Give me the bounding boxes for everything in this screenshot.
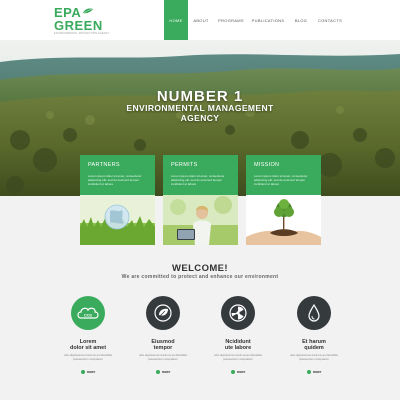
more-arrow-icon	[155, 370, 160, 375]
card-title: PERMITS	[171, 162, 198, 168]
co2-cloud-icon: CO2	[77, 307, 99, 319]
feature-icon-circle: CO2	[71, 296, 105, 330]
main-nav: HOME ABOUT PROGRAMS PUBLICATIONS BLOG CO…	[164, 0, 346, 40]
feature-title: Et harum quidem	[302, 339, 326, 351]
hero-title-line3: AGENCY	[180, 113, 220, 123]
feature-item: Eiusmod tempor odio dignissimos ducimus …	[133, 296, 193, 379]
water-drop-icon	[308, 303, 320, 322]
page: EPA GREEN ENVIRONMENTAL PROTECTION AGENC…	[0, 0, 400, 400]
more-arrow-icon	[80, 370, 85, 375]
feature-title: Ncididunt ute labore	[224, 339, 252, 351]
welcome-subtitle: We are committed to protect and enhance …	[121, 274, 279, 280]
feature-text: odio dignissimos ducimus qui blanditiis …	[63, 353, 113, 361]
feature-item: Ncididunt ute labore odio dignissimos du…	[208, 296, 268, 379]
feature-text: odio dignissimos ducimus qui blanditiis …	[213, 353, 263, 361]
card-title: PARTNERS	[88, 162, 120, 168]
feature-text: odio dignissimos ducimus qui blanditiis …	[289, 353, 339, 361]
leaf-icon	[83, 8, 94, 14]
radiation-icon	[229, 304, 247, 322]
nav-item-publications[interactable]: PUBLICATIONS	[248, 0, 288, 40]
nav-item-home[interactable]: HOME	[164, 0, 188, 40]
more-link[interactable]: more	[80, 370, 95, 375]
nav-item-about[interactable]: ABOUT	[188, 0, 214, 40]
more-link[interactable]: more	[230, 370, 245, 375]
nav-item-contacts[interactable]: CONTACTS	[314, 0, 346, 40]
feature-icon-circle	[221, 296, 255, 330]
globe-on-grass-image	[80, 195, 155, 245]
feature-icon-circle	[146, 296, 180, 330]
nav-item-programs[interactable]: PROGRAMS	[214, 0, 248, 40]
hands-with-sapling-image	[246, 195, 321, 245]
more-arrow-icon	[230, 370, 235, 375]
feature-text: odio dignissimos ducimus qui blanditiis …	[138, 353, 188, 361]
logo-text-green: GREEN	[54, 18, 103, 33]
card-text: Lorem ipsum dolor sit amet, consectetur …	[171, 174, 225, 186]
card-mission[interactable]: MISSION Lorem ipsum dolor sit amet, cons…	[246, 155, 321, 245]
hero-title-line2: ENVIRONMENTAL MANAGEMENT	[126, 103, 274, 113]
woman-with-laptop-image	[163, 195, 238, 245]
card-partners[interactable]: PARTNERS Lorem ipsum dolor sit amet, con…	[80, 155, 155, 245]
more-link[interactable]: more	[306, 370, 321, 375]
site-logo[interactable]: EPA GREEN ENVIRONMENTAL PROTECTION AGENC…	[54, 6, 110, 36]
card-text: Lorem ipsum dolor sit amet, consectetur …	[254, 174, 308, 186]
logo-tagline: ENVIRONMENTAL PROTECTION AGENCY	[54, 32, 110, 35]
feature-title: Eiusmod tempor	[151, 339, 175, 351]
feature-item: CO2 Lorem dolor sit amet odio dignissimo…	[58, 296, 118, 379]
nav-item-blog[interactable]: BLOG	[288, 0, 314, 40]
site-header: EPA GREEN ENVIRONMENTAL PROTECTION AGENC…	[0, 0, 400, 40]
card-text: Lorem ipsum dolor sit amet, consectetur …	[88, 174, 142, 186]
card-title: MISSION	[254, 162, 280, 168]
more-arrow-icon	[306, 370, 311, 375]
more-link[interactable]: more	[155, 370, 170, 375]
leaf-globe-icon	[154, 304, 172, 322]
svg-text:CO2: CO2	[84, 313, 93, 318]
feature-title: Lorem dolor sit amet	[69, 339, 107, 351]
card-permits[interactable]: PERMITS Lorem ipsum dolor sit amet, cons…	[163, 155, 238, 245]
welcome-title: WELCOME!	[172, 263, 228, 274]
feature-item: Et harum quidem odio dignissimos ducimus…	[284, 296, 344, 379]
feature-icon-circle	[297, 296, 331, 330]
